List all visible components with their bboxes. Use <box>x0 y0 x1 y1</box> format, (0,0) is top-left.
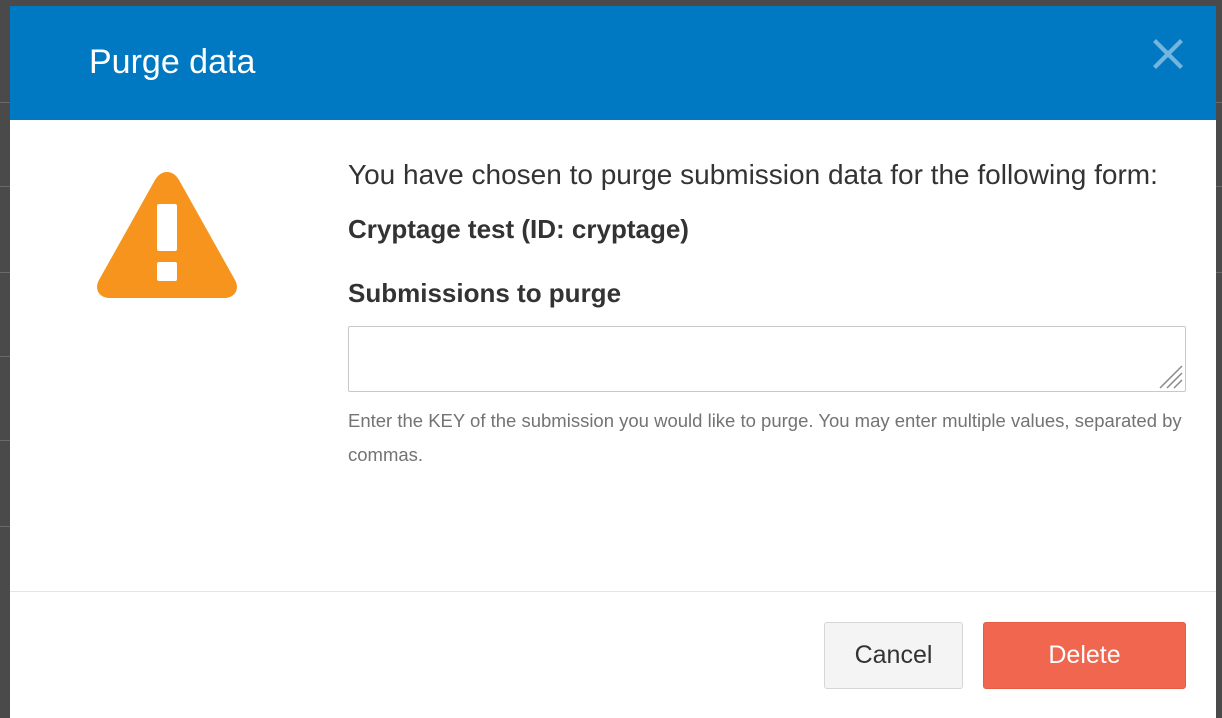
dialog-header: Purge data <box>10 6 1216 120</box>
delete-button[interactable]: Delete <box>983 622 1186 689</box>
cancel-button[interactable]: Cancel <box>824 622 963 689</box>
intro-text: You have chosen to purge submission data… <box>348 159 1158 190</box>
backdrop-line <box>0 440 10 441</box>
help-text: Enter the KEY of the submission you woul… <box>348 410 1182 465</box>
warning-icon <box>97 172 237 298</box>
submissions-label: Submissions to purge <box>348 278 622 308</box>
backdrop-line <box>1216 186 1222 187</box>
submissions-input-wrap <box>348 326 1186 392</box>
backdrop-line <box>0 186 10 187</box>
backdrop-line <box>0 102 10 103</box>
backdrop-line <box>0 356 10 357</box>
close-button[interactable] <box>1146 32 1190 76</box>
form-name: Cryptage test (ID: cryptage) <box>348 214 689 244</box>
submissions-input[interactable] <box>348 326 1186 392</box>
resize-grip-icon[interactable] <box>1154 360 1184 390</box>
close-icon <box>1153 39 1183 69</box>
backdrop-line <box>1216 272 1222 273</box>
purge-data-dialog: Purge data You have chosen to purge subm… <box>10 6 1216 718</box>
dialog-title: Purge data <box>89 43 256 81</box>
footer-divider <box>10 591 1216 592</box>
backdrop-line <box>0 526 10 527</box>
backdrop-line <box>0 272 10 273</box>
backdrop-line <box>1216 102 1222 103</box>
dialog-content: You have chosen to purge submission data… <box>348 154 1186 472</box>
